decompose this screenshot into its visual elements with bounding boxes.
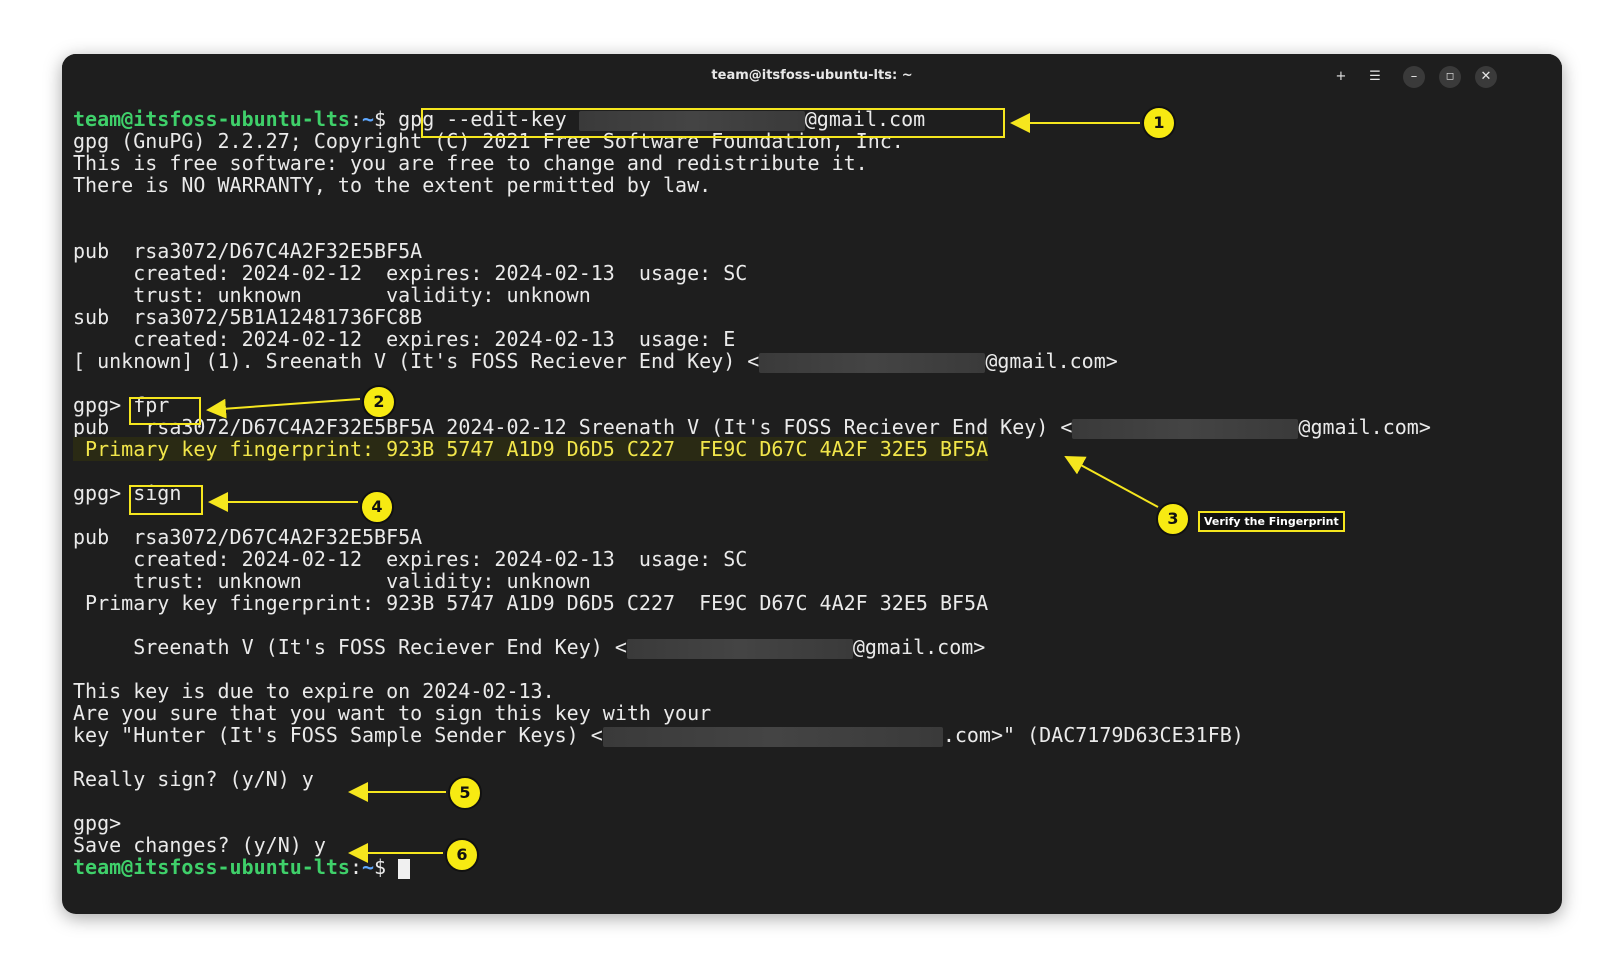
verify-fingerprint-note: Verify the Fingerprint: [1198, 511, 1345, 532]
prompt-path: ~: [362, 107, 375, 131]
prompt-symbol: $: [374, 107, 399, 131]
expire-message: This key is due to expire on 2024-02-13.: [73, 679, 555, 703]
signer-key-line: key "Hunter (It's FOSS Sample Sender Key…: [73, 723, 1553, 747]
uid-text: [ unknown] (1). Sreenath V (It's FOSS Re…: [73, 349, 760, 373]
fingerprint-line: Primary key fingerprint: 923B 5747 A1D9 …: [73, 591, 989, 615]
gpg-sign-line: gpg> sign: [73, 482, 1553, 504]
redacted-email: [1072, 418, 1299, 439]
prompt-colon: :: [349, 107, 362, 131]
uid-line: Sreenath V (It's FOSS Reciever End Key) …: [73, 635, 1553, 659]
uid-line: [ unknown] (1). Sreenath V (It's FOSS Re…: [73, 349, 1553, 373]
fpr-email-suffix: @gmail.com>: [1298, 415, 1431, 439]
fingerprint-highlight: Primary key fingerprint: 923B 5747 A1D9 …: [73, 437, 989, 461]
maximize-icon[interactable]: ◻: [1439, 66, 1461, 88]
created-line: created: 2024-02-12 expires: 2024-02-13 …: [73, 547, 748, 571]
close-icon[interactable]: ✕: [1475, 66, 1497, 88]
prompt-path: ~: [362, 855, 375, 879]
terminal-output[interactable]: team@itsfoss-ubuntu-lts:~$ gpg --edit-ke…: [73, 107, 1553, 879]
sub-key-line: sub rsa3072/5B1A12481736FC8B: [73, 305, 423, 329]
command-email-suffix: @gmail.com: [804, 107, 926, 131]
gpg-prompt-line: gpg>: [73, 811, 122, 835]
step-marker-6: 6: [445, 838, 479, 872]
command-text: gpg --edit-key: [398, 107, 579, 131]
really-sign-line: Really sign? (y/N) y: [73, 767, 314, 791]
step-marker-3: 3: [1156, 502, 1190, 536]
banner-line: There is NO WARRANTY, to the extent perm…: [73, 173, 712, 197]
step-marker-4: 4: [360, 490, 394, 524]
prompt-colon: :: [349, 855, 362, 879]
prompt-user: team@itsfoss-ubuntu-lts: [73, 107, 350, 131]
step-marker-1: 1: [1142, 106, 1176, 140]
uid-text: Sreenath V (It's FOSS Reciever End Key) …: [73, 635, 627, 659]
created-line: created: 2024-02-12 expires: 2024-02-13 …: [73, 327, 736, 351]
prompt-user: team@itsfoss-ubuntu-lts: [73, 855, 350, 879]
step-marker-2: 2: [362, 385, 396, 419]
signer-suffix: .com>" (DAC7179D63CE31FB): [942, 723, 1244, 747]
redacted-email: [578, 110, 805, 131]
banner-line: This is free software: you are free to c…: [73, 151, 868, 175]
hamburger-icon[interactable]: ☰: [1364, 66, 1386, 88]
fpr-pub-text: pub rsa3072/D67C4A2F32E5BF5A 2024-02-12 …: [73, 415, 1073, 439]
pub-key-line: pub rsa3072/D67C4A2F32E5BF5A: [73, 239, 423, 263]
fpr-command: fpr: [133, 393, 170, 417]
created-line: created: 2024-02-12 expires: 2024-02-13 …: [73, 261, 748, 285]
confirm-message: Are you sure that you want to sign this …: [73, 701, 712, 725]
sign-command: sign: [133, 481, 182, 505]
command-line: team@itsfoss-ubuntu-lts:~$ gpg --edit-ke…: [73, 107, 1553, 131]
signer-text: key "Hunter (It's FOSS Sample Sender Key…: [73, 723, 603, 747]
trust-line: trust: unknown validity: unknown: [73, 569, 591, 593]
banner-line: gpg (GnuPG) 2.2.27; Copyright (C) 2021 F…: [73, 129, 904, 153]
prompt-symbol: $: [374, 855, 399, 879]
redacted-email: [759, 352, 986, 373]
uid-email-suffix: @gmail.com>: [985, 349, 1118, 373]
uid-email-suffix: @gmail.com>: [852, 635, 986, 659]
final-prompt-line: team@itsfoss-ubuntu-lts:~$: [73, 855, 1553, 879]
text-cursor: [398, 858, 411, 879]
gpg-prompt: gpg>: [73, 393, 134, 417]
save-changes-line: Save changes? (y/N) y: [73, 833, 326, 857]
gpg-prompt: gpg>: [73, 481, 134, 505]
terminal-window: team@itsfoss-ubuntu-lts: ~ + ☰ – ◻ ✕ tea…: [62, 54, 1562, 914]
gpg-fpr-line: gpg> fpr: [73, 394, 1553, 416]
step-marker-5: 5: [448, 776, 482, 810]
redacted-email: [602, 726, 943, 747]
title-bar: team@itsfoss-ubuntu-lts: ~ + ☰ – ◻ ✕: [62, 54, 1562, 100]
trust-line: trust: unknown validity: unknown: [73, 283, 591, 307]
redacted-email: [626, 638, 853, 659]
plus-icon[interactable]: +: [1330, 66, 1352, 88]
fpr-pub-line: pub rsa3072/D67C4A2F32E5BF5A 2024-02-12 …: [73, 415, 1553, 439]
fingerprint-line-highlighted: Primary key fingerprint: 923B 5747 A1D9 …: [73, 437, 1553, 461]
minimize-icon[interactable]: –: [1403, 66, 1425, 88]
